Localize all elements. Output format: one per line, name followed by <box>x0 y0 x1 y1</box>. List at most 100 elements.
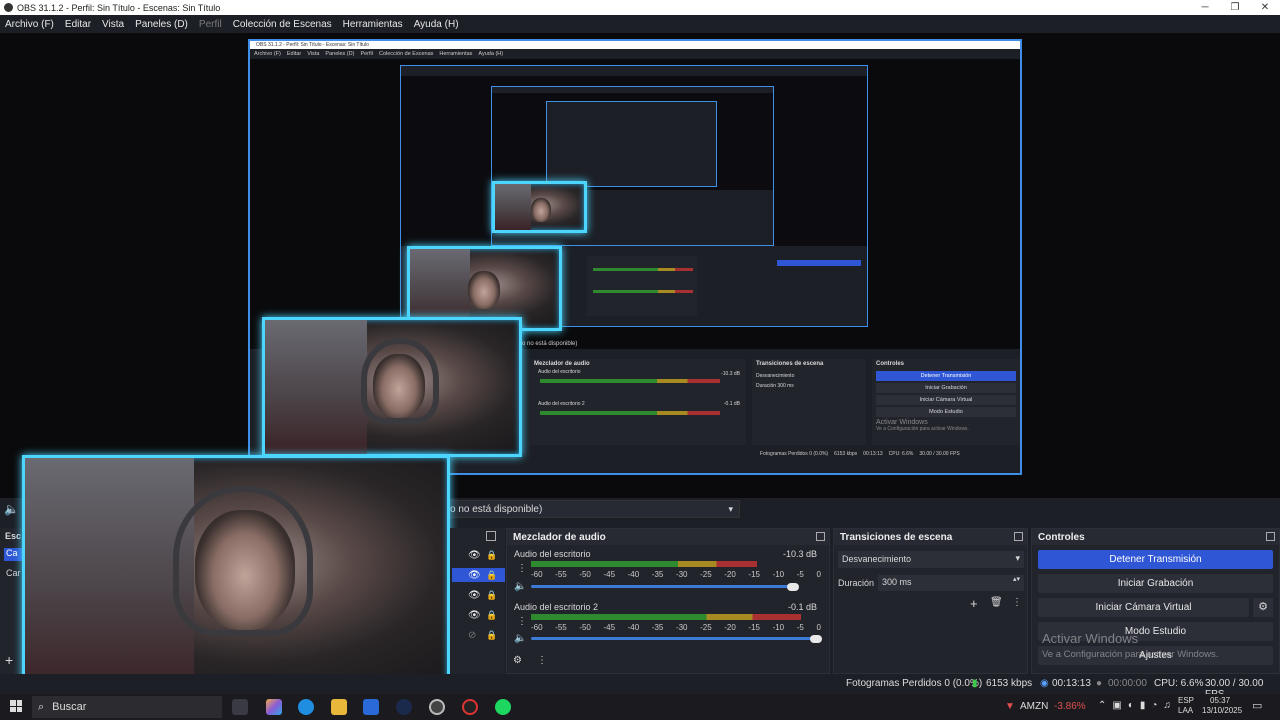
start-record-button[interactable]: Iniciar Grabación <box>1038 574 1273 593</box>
restore-button[interactable]: ❐ <box>1220 2 1250 13</box>
nested-start-vcam: Iniciar Cámara Virtual <box>876 395 1016 405</box>
channel-menu-icon[interactable]: ⋮ <box>517 563 527 574</box>
bitrate: 6153 kbps <box>986 678 1033 689</box>
menu-archivo[interactable]: Archivo (F) <box>5 19 54 30</box>
notification-icon[interactable]: ▭ <box>1252 699 1262 712</box>
activate-windows-subtitle: Ve a Configuración para activar Windows. <box>1042 649 1219 660</box>
trash-icon[interactable]: 🗑 <box>990 597 1003 608</box>
nested-obs-window-4 <box>546 101 717 187</box>
menu-editar[interactable]: Editar <box>65 19 91 30</box>
close-button[interactable]: ✕ <box>1250 2 1280 13</box>
transition-select[interactable]: Desvanecimiento ▾ <box>838 551 1024 568</box>
nested-menu-item: Colección de Escenas <box>378 51 434 57</box>
eye-icon[interactable]: 👁 <box>468 570 481 581</box>
meter-tick-label: -55 <box>555 623 567 632</box>
windows-start-icon[interactable] <box>10 700 22 712</box>
nested-menu-item: Paneles (D) <box>325 51 355 57</box>
volume-knob-1[interactable] <box>787 583 799 591</box>
app-icon[interactable] <box>462 699 478 715</box>
source-select[interactable]: o no está disponible) ▾ <box>445 500 740 518</box>
nested-audio-1-db: -10.3 dB <box>721 371 740 377</box>
channel-name-2: Audio del escritorio 2 <box>514 602 599 612</box>
mixer-title: Mezclador de audio <box>513 531 606 543</box>
mixer-settings-icon[interactable]: ⚙ <box>513 655 522 666</box>
task-view-icon[interactable] <box>232 699 248 715</box>
controls-popout-icon[interactable] <box>1266 532 1275 541</box>
obs-taskbar-icon[interactable] <box>429 699 445 715</box>
tray-icons[interactable]: ⌃▣◐▮◔♫ <box>1098 700 1177 711</box>
channel-menu-icon[interactable]: ⋮ <box>517 616 527 627</box>
cpu-usage: CPU: 6.6% <box>1154 678 1204 689</box>
nested-audio-1: Audio del escritorio <box>538 369 581 375</box>
scene-item-1[interactable]: Ca <box>4 548 22 561</box>
nested-status-time: 00:13:13 <box>863 451 883 457</box>
edge-icon[interactable] <box>298 699 314 715</box>
speaker-icon[interactable]: 🔈 <box>514 633 526 644</box>
transition-menu-icon[interactable]: ⋮ <box>1012 597 1022 608</box>
lock-icon[interactable]: 🔒 <box>486 570 497 581</box>
sources-popout-icon[interactable] <box>486 531 496 541</box>
clock-time[interactable]: 05:37 <box>1210 696 1230 705</box>
steam-icon[interactable] <box>396 699 412 715</box>
window-title: OBS 31.1.2 - Perfil: Sin Título - Escena… <box>17 2 221 13</box>
start-vcam-button[interactable]: Iniciar Cámara Virtual <box>1038 598 1249 617</box>
lock-icon[interactable]: 🔒 <box>486 550 497 561</box>
volume-slider-2[interactable] <box>531 637 818 640</box>
nested-menu-item: Editar <box>286 51 302 57</box>
stream-live-icon: ◉ <box>1040 678 1049 689</box>
input-lang-2[interactable]: LAA <box>1178 706 1193 715</box>
nested-preview-3 <box>492 93 773 233</box>
speaker-icon[interactable]: 🔈 <box>514 581 526 592</box>
menu-perfil[interactable]: Perfil <box>199 19 222 30</box>
file-explorer-icon[interactable] <box>331 699 347 715</box>
record-time: 00:00:00 <box>1108 678 1147 689</box>
mixer-popout-icon[interactable] <box>816 532 825 541</box>
volume-knob-2[interactable] <box>810 635 822 643</box>
add-scene-icon[interactable]: + <box>5 652 13 668</box>
meter-tick-label: -15 <box>748 570 760 579</box>
nested-menu: Archivo (F) Editar Vista Paneles (D) Per… <box>250 49 1020 59</box>
nested-studio-mode: Modo Estudio <box>876 407 1016 417</box>
menu-coleccion[interactable]: Colección de Escenas <box>233 19 332 30</box>
eye-icon[interactable]: 👁 <box>468 550 481 561</box>
add-transition-icon[interactable]: + <box>970 596 978 611</box>
lock-icon[interactable]: 🔒 <box>486 630 497 641</box>
meter-tick-label: -25 <box>700 570 712 579</box>
speaker-icon[interactable]: 🔈 <box>4 502 19 516</box>
chevron-down-icon: ▾ <box>728 504 733 514</box>
nested-mixer-2 <box>587 256 697 316</box>
volume-slider-1[interactable] <box>531 585 795 588</box>
copilot-icon[interactable] <box>266 699 282 715</box>
stop-stream-button[interactable]: Detener Transmisión <box>1038 550 1273 569</box>
eye-icon[interactable]: 👁 <box>468 590 481 601</box>
store-icon[interactable] <box>363 699 379 715</box>
eye-icon[interactable]: 👁 <box>468 610 481 621</box>
meter-tick-label: -25 <box>700 623 712 632</box>
menu-vista[interactable]: Vista <box>102 19 124 30</box>
lock-icon[interactable]: 🔒 <box>486 590 497 601</box>
duration-label: Duración <box>838 578 875 588</box>
meter-tick-label: -35 <box>651 623 664 632</box>
menu-ayuda[interactable]: Ayuda (H) <box>414 19 459 30</box>
transitions-popout-icon[interactable] <box>1014 532 1023 541</box>
input-lang-1[interactable]: ESP <box>1178 696 1194 705</box>
mixer-menu-icon[interactable]: ⋮ <box>537 655 547 666</box>
vcam-settings-gear-icon[interactable]: ⚙ <box>1253 598 1273 617</box>
duration-value: 300 ms <box>882 577 912 587</box>
menu-herramientas[interactable]: Herramientas <box>343 19 403 30</box>
scene-item-2[interactable]: Car <box>6 568 21 578</box>
stock-ticker[interactable]: AMZN <box>1020 701 1048 712</box>
minimize-button[interactable]: ─ <box>1190 2 1220 13</box>
spotify-icon[interactable] <box>495 699 511 715</box>
clock-date[interactable]: 13/10/2025 <box>1202 706 1242 715</box>
spinner-icon[interactable]: ▴▾ <box>1013 575 1020 583</box>
eye-hidden-icon[interactable]: ⊘ <box>468 630 476 641</box>
nested-preview-2 <box>401 76 867 331</box>
nested-controls: Controles Detener Transmisión Iniciar Gr… <box>872 359 1020 445</box>
taskbar-search[interactable]: ⌕ Buscar <box>32 696 222 718</box>
meter-tick-label: 0 <box>816 570 821 579</box>
menu-paneles[interactable]: Paneles (D) <box>135 19 188 30</box>
preview-canvas[interactable]: OBS 31.1.2 - Perfil: Sin Título - Escena… <box>0 33 1280 498</box>
duration-input[interactable]: 300 ms ▴▾ <box>878 575 1024 591</box>
lock-icon[interactable]: 🔒 <box>486 610 497 621</box>
